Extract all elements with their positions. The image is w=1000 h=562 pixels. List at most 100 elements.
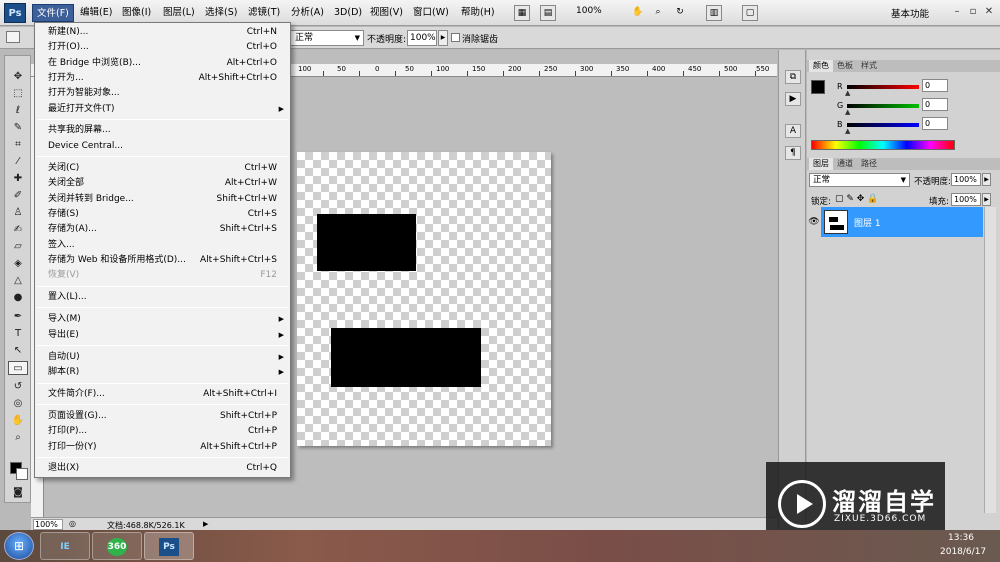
color-spectrum-bar[interactable] xyxy=(811,140,955,150)
minimize-icon[interactable]: – xyxy=(951,5,963,19)
layer-opacity-input[interactable]: 100% xyxy=(951,173,981,186)
menu-3d[interactable]: 3D(D) xyxy=(330,4,366,22)
menu-item-automate[interactable]: 自动(U) ▶ xyxy=(35,350,290,365)
paragraph-panel-icon[interactable]: ¶ xyxy=(785,146,801,160)
menu-item-new[interactable]: 新建(N)... Ctrl+N xyxy=(35,25,290,40)
menu-item-page-setup[interactable]: 页面设置(G)... Shift+Ctrl+P xyxy=(35,409,290,424)
menu-item-save-as[interactable]: 存储为(A)... Shift+Ctrl+S xyxy=(35,222,290,237)
slider-g[interactable] xyxy=(847,104,919,108)
move-tool-icon[interactable]: ✥ xyxy=(8,70,28,84)
tool-preset-icon[interactable] xyxy=(6,31,20,43)
menu-filter[interactable]: 滤镜(T) xyxy=(244,4,284,22)
menu-layer[interactable]: 图层(L) xyxy=(159,4,199,22)
quick-select-tool-icon[interactable]: ✎ xyxy=(8,121,28,135)
crop-tool-icon[interactable]: ⌗ xyxy=(8,138,28,152)
screen-mode-icon[interactable]: ▢ xyxy=(742,5,758,21)
tab-styles[interactable]: 样式 xyxy=(857,60,881,72)
slider-r[interactable] xyxy=(847,85,919,89)
channel-value-b[interactable]: 0 xyxy=(922,117,948,130)
taskbar-ie[interactable]: IE xyxy=(40,532,90,560)
channel-value-g[interactable]: 0 xyxy=(922,98,948,111)
3d-rotate-tool-icon[interactable]: ↺ xyxy=(8,380,28,394)
healing-brush-tool-icon[interactable]: ✚ xyxy=(8,172,28,186)
hand-tool-icon[interactable]: ✋ xyxy=(630,5,646,21)
arrange-documents-icon[interactable]: ▥ xyxy=(706,5,722,21)
character-panel-icon[interactable]: A xyxy=(785,124,801,138)
menu-item-print-one-copy[interactable]: 打印一份(Y) Alt+Shift+Ctrl+P xyxy=(35,440,290,455)
rotate-view-icon[interactable]: ↻ xyxy=(672,5,688,21)
slider-thumb-icon[interactable]: ▲ xyxy=(845,89,850,97)
status-info-icon[interactable]: ◎ xyxy=(69,519,79,530)
menu-item-save-for-web[interactable]: 存储为 Web 和设备所用格式(D)... Alt+Shift+Ctrl+S xyxy=(35,253,290,268)
rectangle-tool-icon[interactable]: ▭ xyxy=(8,361,28,375)
menu-item-exit[interactable]: 退出(X) Ctrl+Q xyxy=(35,461,290,476)
actions-panel-icon[interactable]: ▶ xyxy=(785,92,801,106)
menu-item-close-all[interactable]: 关闭全部 Alt+Ctrl+W xyxy=(35,176,290,191)
menu-analysis[interactable]: 分析(A) xyxy=(287,4,328,22)
tab-layers[interactable]: 图层 xyxy=(809,158,833,170)
antialias-checkbox[interactable] xyxy=(451,33,460,42)
blend-mode-select[interactable]: 正常 xyxy=(290,30,364,46)
menu-item-open[interactable]: 打开(O)... Ctrl+O xyxy=(35,40,290,55)
menu-item-export[interactable]: 导出(E) ▶ xyxy=(35,328,290,343)
black-rectangle-shape[interactable] xyxy=(317,214,416,271)
eyedropper-tool-icon[interactable]: ⁄ xyxy=(8,155,28,169)
menu-file[interactable]: 文件(F) xyxy=(32,4,74,22)
menu-item-device-central[interactable]: Device Central... xyxy=(35,139,290,154)
history-panel-icon[interactable]: ⧉ xyxy=(785,70,801,84)
menu-item-print[interactable]: 打印(P)... Ctrl+P xyxy=(35,424,290,439)
menu-item-file-info[interactable]: 文件简介(F)... Alt+Shift+Ctrl+I xyxy=(35,387,290,402)
eraser-tool-icon[interactable]: ▱ xyxy=(8,240,28,254)
path-select-tool-icon[interactable]: ↖ xyxy=(8,344,28,358)
tab-channels[interactable]: 通道 xyxy=(833,158,857,170)
menu-select[interactable]: 选择(S) xyxy=(201,4,241,22)
pen-tool-icon[interactable]: ✒ xyxy=(8,310,28,324)
menu-item-share-screen[interactable]: 共享我的屏幕... xyxy=(35,123,290,138)
zoom-tool-icon[interactable]: ⌕ xyxy=(650,5,666,21)
clone-stamp-tool-icon[interactable]: ♙ xyxy=(8,206,28,220)
layer-name[interactable]: 图层 1 xyxy=(854,216,881,229)
dodge-tool-icon[interactable]: ● xyxy=(8,291,28,305)
menu-image[interactable]: 图像(I) xyxy=(118,4,155,22)
hand-tool-icon[interactable]: ✋ xyxy=(8,414,28,428)
fill-input[interactable]: 100% xyxy=(951,193,981,206)
start-button[interactable]: ⊞ xyxy=(4,532,34,560)
history-brush-tool-icon[interactable]: ✍ xyxy=(8,223,28,237)
menu-item-save[interactable]: 存储(S) Ctrl+S xyxy=(35,207,290,222)
menu-edit[interactable]: 编辑(E) xyxy=(76,4,116,22)
slider-thumb-icon[interactable]: ▲ xyxy=(845,108,850,116)
background-color-swatch[interactable] xyxy=(16,468,28,480)
opacity-input[interactable]: 100% xyxy=(407,30,437,46)
blur-tool-icon[interactable]: △ xyxy=(8,274,28,288)
zoom-tool-icon[interactable]: ⌕ xyxy=(8,431,28,445)
menu-item-import[interactable]: 导入(M) ▶ xyxy=(35,312,290,327)
bridge-icon[interactable]: ▦ xyxy=(514,5,530,21)
zoom-status-input[interactable]: 100% xyxy=(33,519,63,530)
fill-stepper[interactable]: ▶ xyxy=(982,193,991,206)
brush-tool-icon[interactable]: ✐ xyxy=(8,189,28,203)
zoom-level[interactable]: 100% xyxy=(576,6,602,16)
menu-view[interactable]: 视图(V) xyxy=(366,4,407,22)
menu-item-open-as[interactable]: 打开为... Alt+Shift+Ctrl+O xyxy=(35,71,290,86)
tab-paths[interactable]: 路径 xyxy=(857,158,881,170)
menu-item-open-smart-object[interactable]: 打开为智能对象... xyxy=(35,86,290,101)
color-foreground-swatch[interactable] xyxy=(811,80,825,94)
menu-help[interactable]: 帮助(H) xyxy=(457,4,499,22)
slider-b[interactable] xyxy=(847,123,919,127)
slider-thumb-icon[interactable]: ▲ xyxy=(845,127,850,135)
workspace-switcher[interactable]: 基本功能 xyxy=(891,6,929,20)
status-menu-arrow-icon[interactable]: ▶ xyxy=(203,519,212,530)
menu-item-browse-bridge[interactable]: 在 Bridge 中浏览(B)... Alt+Ctrl+O xyxy=(35,56,290,71)
channel-value-r[interactable]: 0 xyxy=(922,79,948,92)
menu-item-close-go-bridge[interactable]: 关闭并转到 Bridge... Shift+Ctrl+W xyxy=(35,192,290,207)
menu-window[interactable]: 窗口(W) xyxy=(409,4,453,22)
layer-row[interactable]: 图层 1 xyxy=(821,207,983,237)
lasso-tool-icon[interactable]: ℓ xyxy=(8,104,28,118)
clock-date[interactable]: 2018/6/17 xyxy=(940,547,986,557)
close-icon[interactable]: ✕ xyxy=(983,5,995,19)
visibility-eye-icon[interactable]: 👁 xyxy=(807,207,821,237)
menu-item-place[interactable]: 置入(L)... xyxy=(35,290,290,305)
menu-item-recent-files[interactable]: 最近打开文件(T) ▶ xyxy=(35,102,290,117)
type-tool-icon[interactable]: T xyxy=(8,327,28,341)
menu-item-scripts[interactable]: 脚本(R) ▶ xyxy=(35,365,290,380)
